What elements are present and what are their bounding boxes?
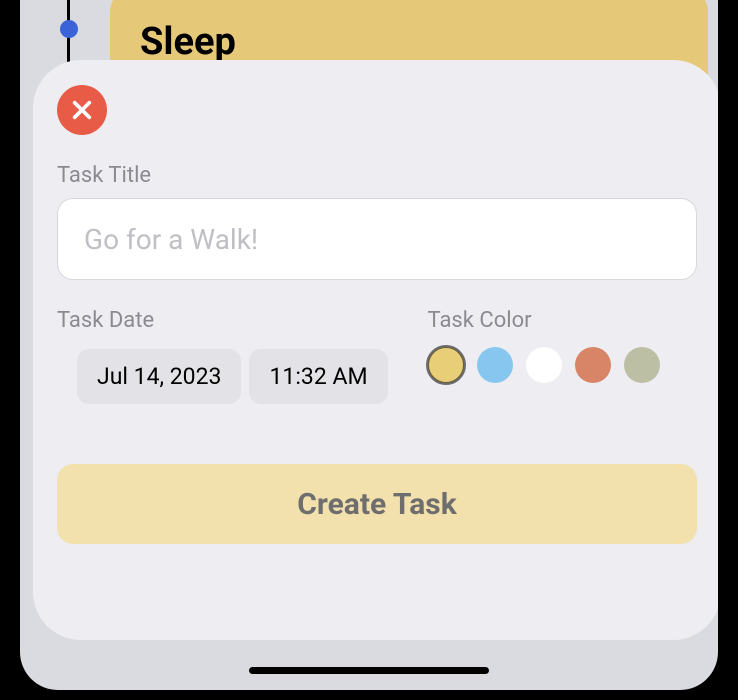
- task-title-label: Task Title: [57, 163, 697, 188]
- timeline-dot: [60, 20, 78, 38]
- create-task-button[interactable]: Create Task: [57, 464, 697, 544]
- color-swatch-olive[interactable]: [624, 347, 660, 383]
- background-task-title: Sleep: [140, 20, 236, 64]
- color-swatch-white[interactable]: [526, 347, 562, 383]
- task-title-input[interactable]: [57, 198, 697, 280]
- phone-frame: Sleep Task Title Task Date Jul 14, 2023 …: [10, 0, 728, 700]
- task-color-section: Task Color: [428, 308, 697, 404]
- date-picker-button[interactable]: Jul 14, 2023: [77, 349, 241, 404]
- color-swatch-yellow[interactable]: [428, 347, 464, 383]
- task-date-section: Task Date Jul 14, 2023 11:32 AM: [57, 308, 388, 404]
- task-color-label: Task Color: [428, 308, 697, 333]
- time-picker-button[interactable]: 11:32 AM: [249, 349, 387, 404]
- home-indicator[interactable]: [249, 667, 489, 674]
- color-swatch-blue[interactable]: [477, 347, 513, 383]
- color-swatch-coral[interactable]: [575, 347, 611, 383]
- close-button[interactable]: [57, 85, 107, 135]
- create-task-modal: Task Title Task Date Jul 14, 2023 11:32 …: [33, 60, 721, 640]
- task-date-label: Task Date: [57, 308, 388, 333]
- close-icon: [71, 99, 93, 121]
